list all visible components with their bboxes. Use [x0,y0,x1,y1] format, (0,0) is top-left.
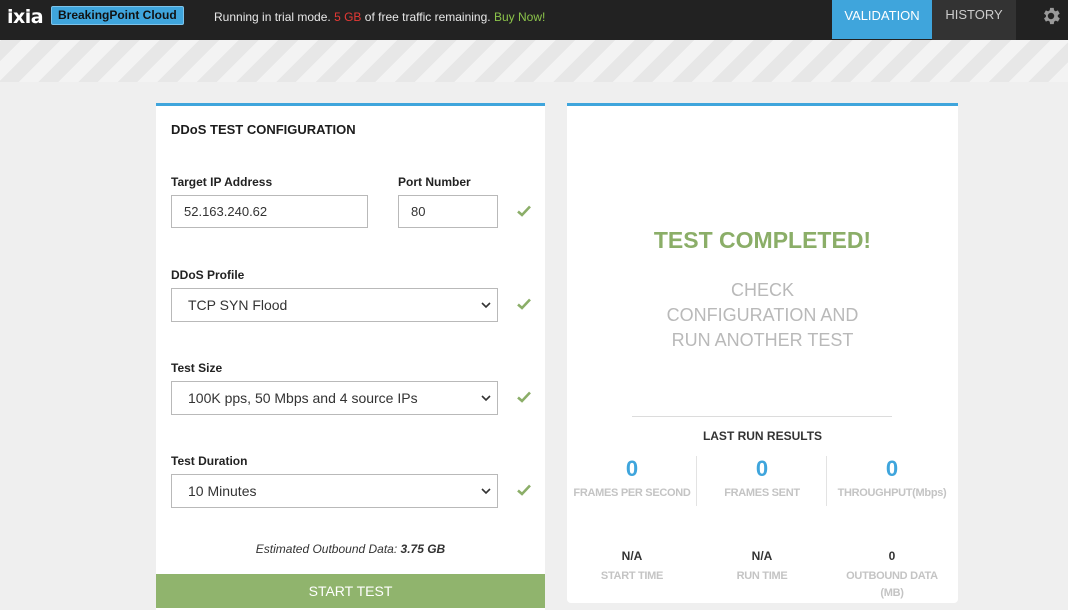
outbound-data-stat: 0 OUTBOUND DATA (MB) [827,549,957,602]
start-test-button[interactable]: START TEST [156,574,545,608]
frames-per-second-value: 0 [625,456,639,481]
target-ip-label: Target IP Address [171,175,273,189]
top-bar: ixia BreakingPoint Cloud Running in tria… [0,0,1068,40]
ddos-profile-select[interactable]: TCP SYN Flood [171,288,498,322]
trial-suffix: of free traffic remaining. [364,10,491,24]
test-status-title: TEST COMPLETED! [653,227,872,253]
check-icon [517,205,531,217]
test-duration-select[interactable]: 10 Minutes [171,474,498,508]
run-time-value: N/A [751,549,773,563]
check-icon [517,298,531,310]
status-message: CHECK CONFIGURATION AND RUN ANOTHER TEST [567,278,958,353]
run-time-label: RUN TIME [736,570,788,582]
tab-validation[interactable]: VALIDATION [832,0,932,39]
status-message-line: RUN ANOTHER TEST [671,330,854,350]
target-ip-input[interactable]: 52.163.240.62 [171,195,368,228]
status-message-line: CONFIGURATION AND [666,305,859,325]
test-size-label: Test Size [171,361,223,375]
start-time-stat: N/A START TIME [567,549,697,585]
frames-per-second-stat: 0 FRAMES PER SECOND [567,456,697,499]
outbound-data-label-line: OUTBOUND DATA [846,570,938,582]
throughput-stat: 0 THROUGHPUT(Mbps) [827,456,957,499]
check-icon [517,391,531,403]
buy-now-link[interactable]: Buy Now! [494,10,545,24]
frames-sent-label: FRAMES SENT [724,487,800,499]
test-size-value: 100K pps, 50 Mbps and 4 source IPs [188,390,418,406]
test-size-select[interactable]: 100K pps, 50 Mbps and 4 source IPs [171,381,498,415]
check-icon [517,484,531,496]
ddos-profile-label: DDoS Profile [171,268,245,282]
chevron-down-icon [481,395,491,402]
trial-amount: 5 GB [334,10,362,24]
outbound-data-label: OUTBOUND DATA (MB) [827,568,957,602]
config-panel: DDoS TEST CONFIGURATION Target IP Addres… [156,103,545,610]
start-time-value: N/A [621,549,643,563]
frames-per-second-label: FRAMES PER SECOND [573,487,691,499]
product-badge: BreakingPoint Cloud [51,6,184,25]
divider [632,416,892,417]
throughput-label: THROUGHPUT(Mbps) [837,487,947,499]
ddos-profile-value: TCP SYN Flood [188,297,288,313]
test-duration-label: Test Duration [171,454,248,468]
test-duration-value: 10 Minutes [188,483,257,499]
throughput-value: 0 [885,456,899,481]
striped-banner [0,40,1068,82]
results-panel: TEST COMPLETED! CHECK CONFIGURATION AND … [567,103,958,603]
port-label: Port Number [398,175,471,189]
last-run-title: LAST RUN RESULTS [702,429,823,443]
trial-status: Running in trial mode. 5 GB of free traf… [214,10,545,24]
tab-history[interactable]: HISTORY [932,0,1016,40]
start-time-label: START TIME [600,570,664,582]
frames-sent-value: 0 [755,456,769,481]
chevron-down-icon [481,488,491,495]
status-message-line: CHECK [730,280,794,300]
config-title: DDoS TEST CONFIGURATION [171,122,356,137]
outbound-data-label-line: (MB) [880,587,904,599]
port-input[interactable]: 80 [398,195,498,228]
estimate-label: Estimated Outbound Data: [255,542,398,556]
estimate-value: 3.75 GB [400,542,446,556]
frames-sent-stat: 0 FRAMES SENT [697,456,827,499]
ixia-logo[interactable]: ixia [7,6,44,28]
gear-icon[interactable] [1040,5,1062,27]
run-time-stat: N/A RUN TIME [697,549,827,585]
chevron-down-icon [481,302,491,309]
outbound-data-value: 0 [888,549,896,563]
trial-prefix: Running in trial mode. [214,10,331,24]
estimated-outbound: Estimated Outbound Data: 3.75 GB [156,542,545,556]
